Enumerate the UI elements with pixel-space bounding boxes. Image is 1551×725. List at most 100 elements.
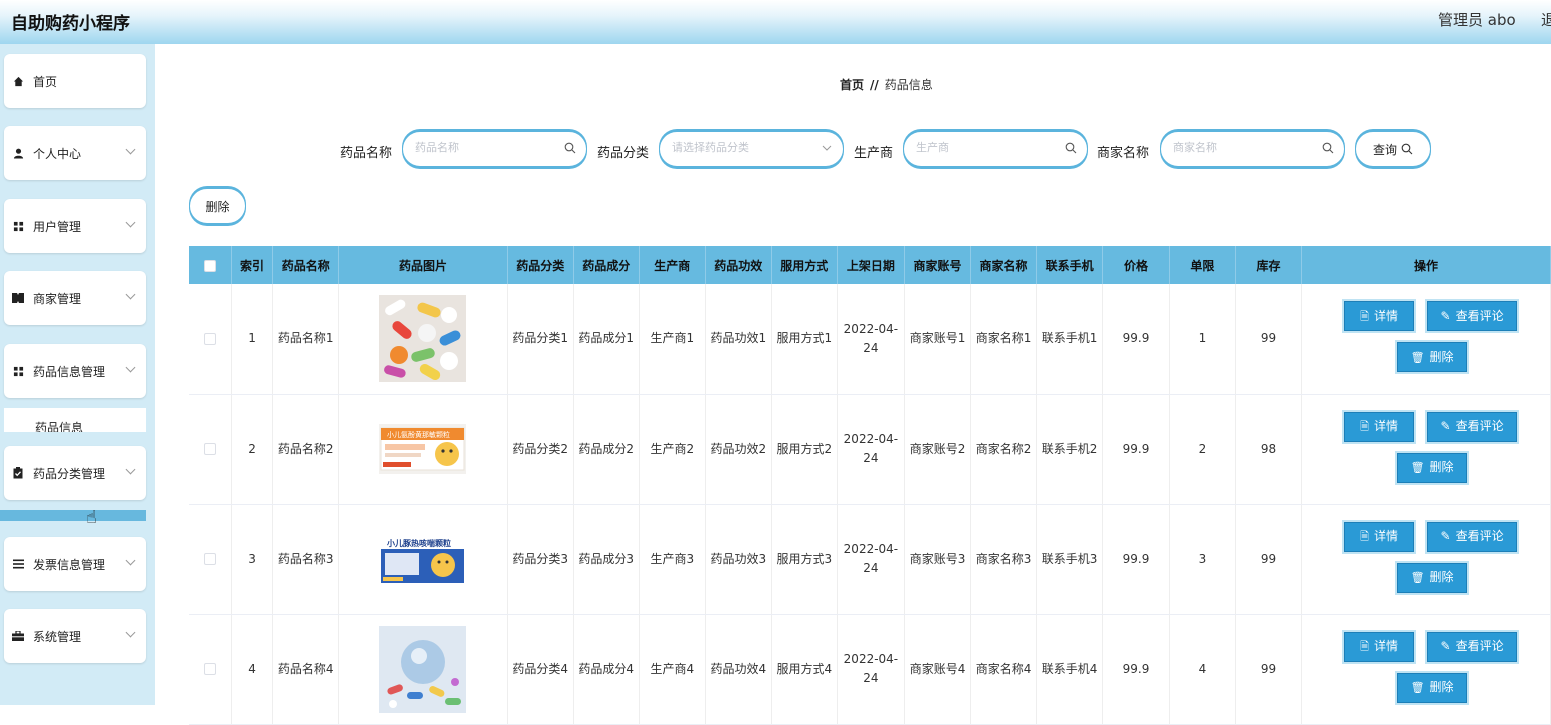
detail-button[interactable]: 🗎 详情 xyxy=(1344,521,1415,552)
date-cell: 2022-04-24 xyxy=(837,284,906,395)
phone-cell: 联系手机2 xyxy=(1036,394,1104,505)
sidebar-item-home[interactable]: 首页 xyxy=(4,54,146,108)
detail-button-label: 详情 xyxy=(1374,308,1399,323)
index-cell: 2 xyxy=(231,394,274,505)
view-reviews-button[interactable]: ✎ 查看评论 xyxy=(1427,631,1518,662)
index-cell: 4 xyxy=(231,614,274,725)
top-bar: 自助购药小程序 管理员 abo 退出 xyxy=(0,0,1551,44)
trash-icon: 🗑 xyxy=(1410,350,1425,364)
detail-button[interactable]: 🗎 详情 xyxy=(1344,631,1415,662)
query-button[interactable]: 查询 xyxy=(1355,131,1431,167)
chevron-down-icon xyxy=(125,555,136,566)
row-select-cell[interactable] xyxy=(189,614,232,725)
maker-input-box[interactable] xyxy=(903,131,1088,167)
merchant-name-input[interactable] xyxy=(1173,141,1313,154)
drug-table: 索引 药品名称 药品图片 药品分类 药品成分 生产商 药品功效 服用方式 上架日… xyxy=(189,246,1551,725)
detail-button[interactable]: 🗎 详情 xyxy=(1344,301,1415,331)
row-delete-button[interactable]: 🗑 删除 xyxy=(1397,452,1468,483)
search-icon xyxy=(564,142,576,154)
column-header: 药品分类 xyxy=(507,246,574,284)
logout-link[interactable]: 退出 xyxy=(1541,9,1551,30)
view-reviews-button-label: 查看评论 xyxy=(1455,308,1504,323)
row-delete-button-label: 删除 xyxy=(1429,349,1454,364)
query-button-label: 查询 xyxy=(1372,142,1397,157)
row-delete-button[interactable]: 🗑 删除 xyxy=(1397,342,1468,372)
maker-input[interactable] xyxy=(916,141,1056,154)
sidebar-item-users[interactable]: 用户管理 xyxy=(4,199,146,253)
row-checkbox[interactable] xyxy=(203,443,216,455)
category-cell: 药品分类1 xyxy=(507,284,574,395)
index-cell: 3 xyxy=(231,504,274,615)
breadcrumb: 首页 // 药品信息 xyxy=(840,76,933,93)
detail-button-label: 详情 xyxy=(1374,529,1399,543)
breadcrumb-home[interactable]: 首页 xyxy=(840,78,864,92)
drug-image-capsule-sphere xyxy=(379,625,467,713)
select-all-header[interactable] xyxy=(189,246,232,284)
effect-cell: 药品功效3 xyxy=(705,504,772,615)
table-row: 3 药品名称3 小儿豚热咳喘颗粒 药品分类3 药品成分3 生产商3 药品功效3 xyxy=(189,504,1551,615)
row-checkbox[interactable] xyxy=(203,332,216,345)
column-header: 生产商 xyxy=(639,246,706,284)
date-cell: 2022-04-24 xyxy=(837,504,906,615)
usage-cell: 服用方式4 xyxy=(771,614,838,725)
breadcrumb-current: 药品信息 xyxy=(884,78,933,92)
document-icon: 🗎 xyxy=(1360,530,1369,543)
actions-cell: 🗎 详情 ✎ 查看评论 🗑 删除 xyxy=(1301,394,1551,505)
sidebar-item-label: 系统管理 xyxy=(33,629,82,644)
chevron-down-icon xyxy=(125,464,136,475)
row-select-cell[interactable] xyxy=(189,284,232,395)
row-select-cell[interactable] xyxy=(189,394,232,505)
detail-button-label: 详情 xyxy=(1374,639,1399,653)
trash-icon: 🗑 xyxy=(1410,681,1425,694)
grid-icon xyxy=(12,220,24,232)
drug-category-select[interactable] xyxy=(659,131,844,167)
maker-cell: 生产商3 xyxy=(639,504,706,615)
row-delete-button[interactable]: 🗑 删除 xyxy=(1397,672,1468,703)
merchant-name-input-box[interactable] xyxy=(1160,131,1345,167)
drug-name-input[interactable] xyxy=(415,141,555,154)
detail-button[interactable]: 🗎 详情 xyxy=(1344,411,1415,442)
bulk-delete-button[interactable]: 删除 xyxy=(189,188,246,224)
table-header-row: 索引 药品名称 药品图片 药品分类 药品成分 生产商 药品功效 服用方式 上架日… xyxy=(189,246,1551,284)
sidebar-item-drug-category[interactable]: 药品分类管理 xyxy=(4,446,146,500)
breadcrumb-separator: // xyxy=(870,78,879,92)
sidebar-item-drug-info[interactable]: 药品信息管理 xyxy=(4,344,146,398)
row-checkbox[interactable] xyxy=(203,553,216,565)
merchant-cell: 商家名称4 xyxy=(970,614,1038,725)
view-reviews-button[interactable]: ✎ 查看评论 xyxy=(1427,301,1518,331)
column-header: 药品名称 xyxy=(272,246,340,284)
row-delete-button-label: 删除 xyxy=(1429,460,1454,474)
select-all-checkbox[interactable] xyxy=(203,259,216,272)
row-delete-button-label: 删除 xyxy=(1429,680,1454,694)
row-checkbox[interactable] xyxy=(203,663,216,675)
sidebar-item-profile[interactable]: 个人中心 xyxy=(4,126,146,180)
column-header: 操作 xyxy=(1301,246,1551,284)
chevron-down-icon xyxy=(125,289,136,300)
drug-category-input[interactable] xyxy=(672,141,812,154)
view-reviews-button-label: 查看评论 xyxy=(1455,529,1504,543)
document-icon: 🗎 xyxy=(1360,640,1369,653)
chevron-down-icon xyxy=(125,627,136,638)
sidebar-item-system[interactable]: 系统管理 xyxy=(4,609,146,663)
trash-icon: 🗑 xyxy=(1410,461,1425,474)
search-icon xyxy=(1322,142,1334,154)
column-header: 商家名称 xyxy=(970,246,1038,284)
grid-icon xyxy=(12,365,24,377)
column-header: 药品成分 xyxy=(573,246,640,284)
row-delete-button[interactable]: 🗑 删除 xyxy=(1397,562,1468,593)
view-reviews-button[interactable]: ✎ 查看评论 xyxy=(1427,521,1518,552)
chevron-down-icon xyxy=(822,145,832,151)
sidebar-item-merchants[interactable]: 商家管理 xyxy=(4,271,146,325)
drug-name-input-box[interactable] xyxy=(402,131,587,167)
box-text: 小儿氨酚黄那敏颗粒 xyxy=(387,430,450,439)
price-cell: 99.9 xyxy=(1102,284,1170,395)
row-select-cell[interactable] xyxy=(189,504,232,615)
view-reviews-button[interactable]: ✎ 查看评论 xyxy=(1427,411,1518,442)
index-cell: 1 xyxy=(231,284,274,395)
sidebar-item-invoice[interactable]: 发票信息管理 xyxy=(4,537,146,591)
ticket-icon xyxy=(12,292,24,304)
maker-cell: 生产商2 xyxy=(639,394,706,505)
sidebar-subitem-drug-info[interactable]: 药品信息 xyxy=(4,408,146,432)
category-cell: 药品分类2 xyxy=(507,394,574,505)
stock-cell: 99 xyxy=(1235,504,1303,615)
